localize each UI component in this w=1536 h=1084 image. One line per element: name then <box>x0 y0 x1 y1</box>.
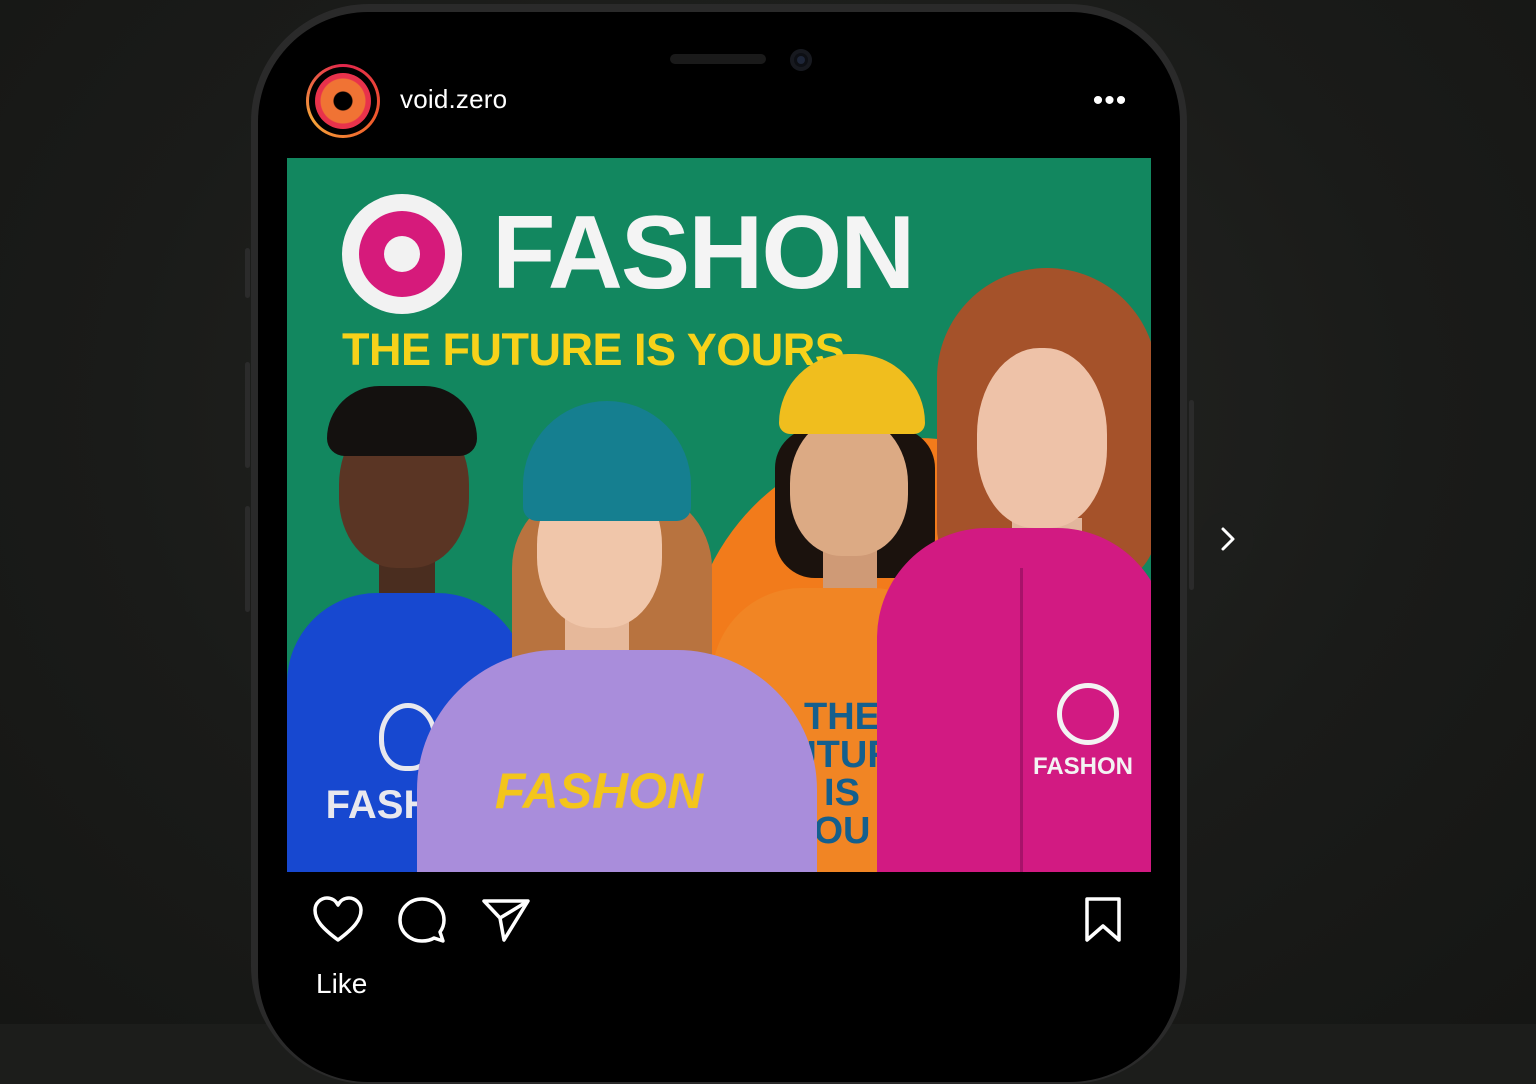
skull-icon <box>1057 683 1119 745</box>
more-options-icon[interactable]: ••• <box>1088 86 1132 116</box>
phone-side-button <box>245 506 250 612</box>
phone-side-button <box>245 362 250 468</box>
brand-logo <box>342 194 462 314</box>
phone-camera <box>790 49 812 71</box>
send-icon[interactable] <box>480 896 532 944</box>
next-post-button[interactable] <box>1200 512 1254 566</box>
bookmark-icon[interactable] <box>1082 896 1124 944</box>
phone-speaker <box>670 54 766 64</box>
tagline: THE FUTURE IS YOURS <box>342 324 845 375</box>
post-username[interactable]: void.zero <box>400 84 507 115</box>
teal-beanie <box>523 401 691 521</box>
phone-side-button <box>1189 400 1194 590</box>
profile-avatar[interactable] <box>306 64 380 138</box>
comment-icon[interactable] <box>397 896 447 946</box>
heart-icon[interactable] <box>312 896 364 944</box>
phone-side-button <box>245 248 250 298</box>
shirt-text-purple: FASHON <box>494 763 704 819</box>
chevron-right-icon <box>1221 527 1235 551</box>
post-image[interactable]: FASHON THE FUTURE IS YOURS FASH THE UTUR… <box>287 158 1151 872</box>
hoodie-text-pink: FASHON <box>1032 753 1133 780</box>
brand-title: FASHON <box>492 195 915 311</box>
like-label[interactable]: Like <box>316 968 367 1000</box>
